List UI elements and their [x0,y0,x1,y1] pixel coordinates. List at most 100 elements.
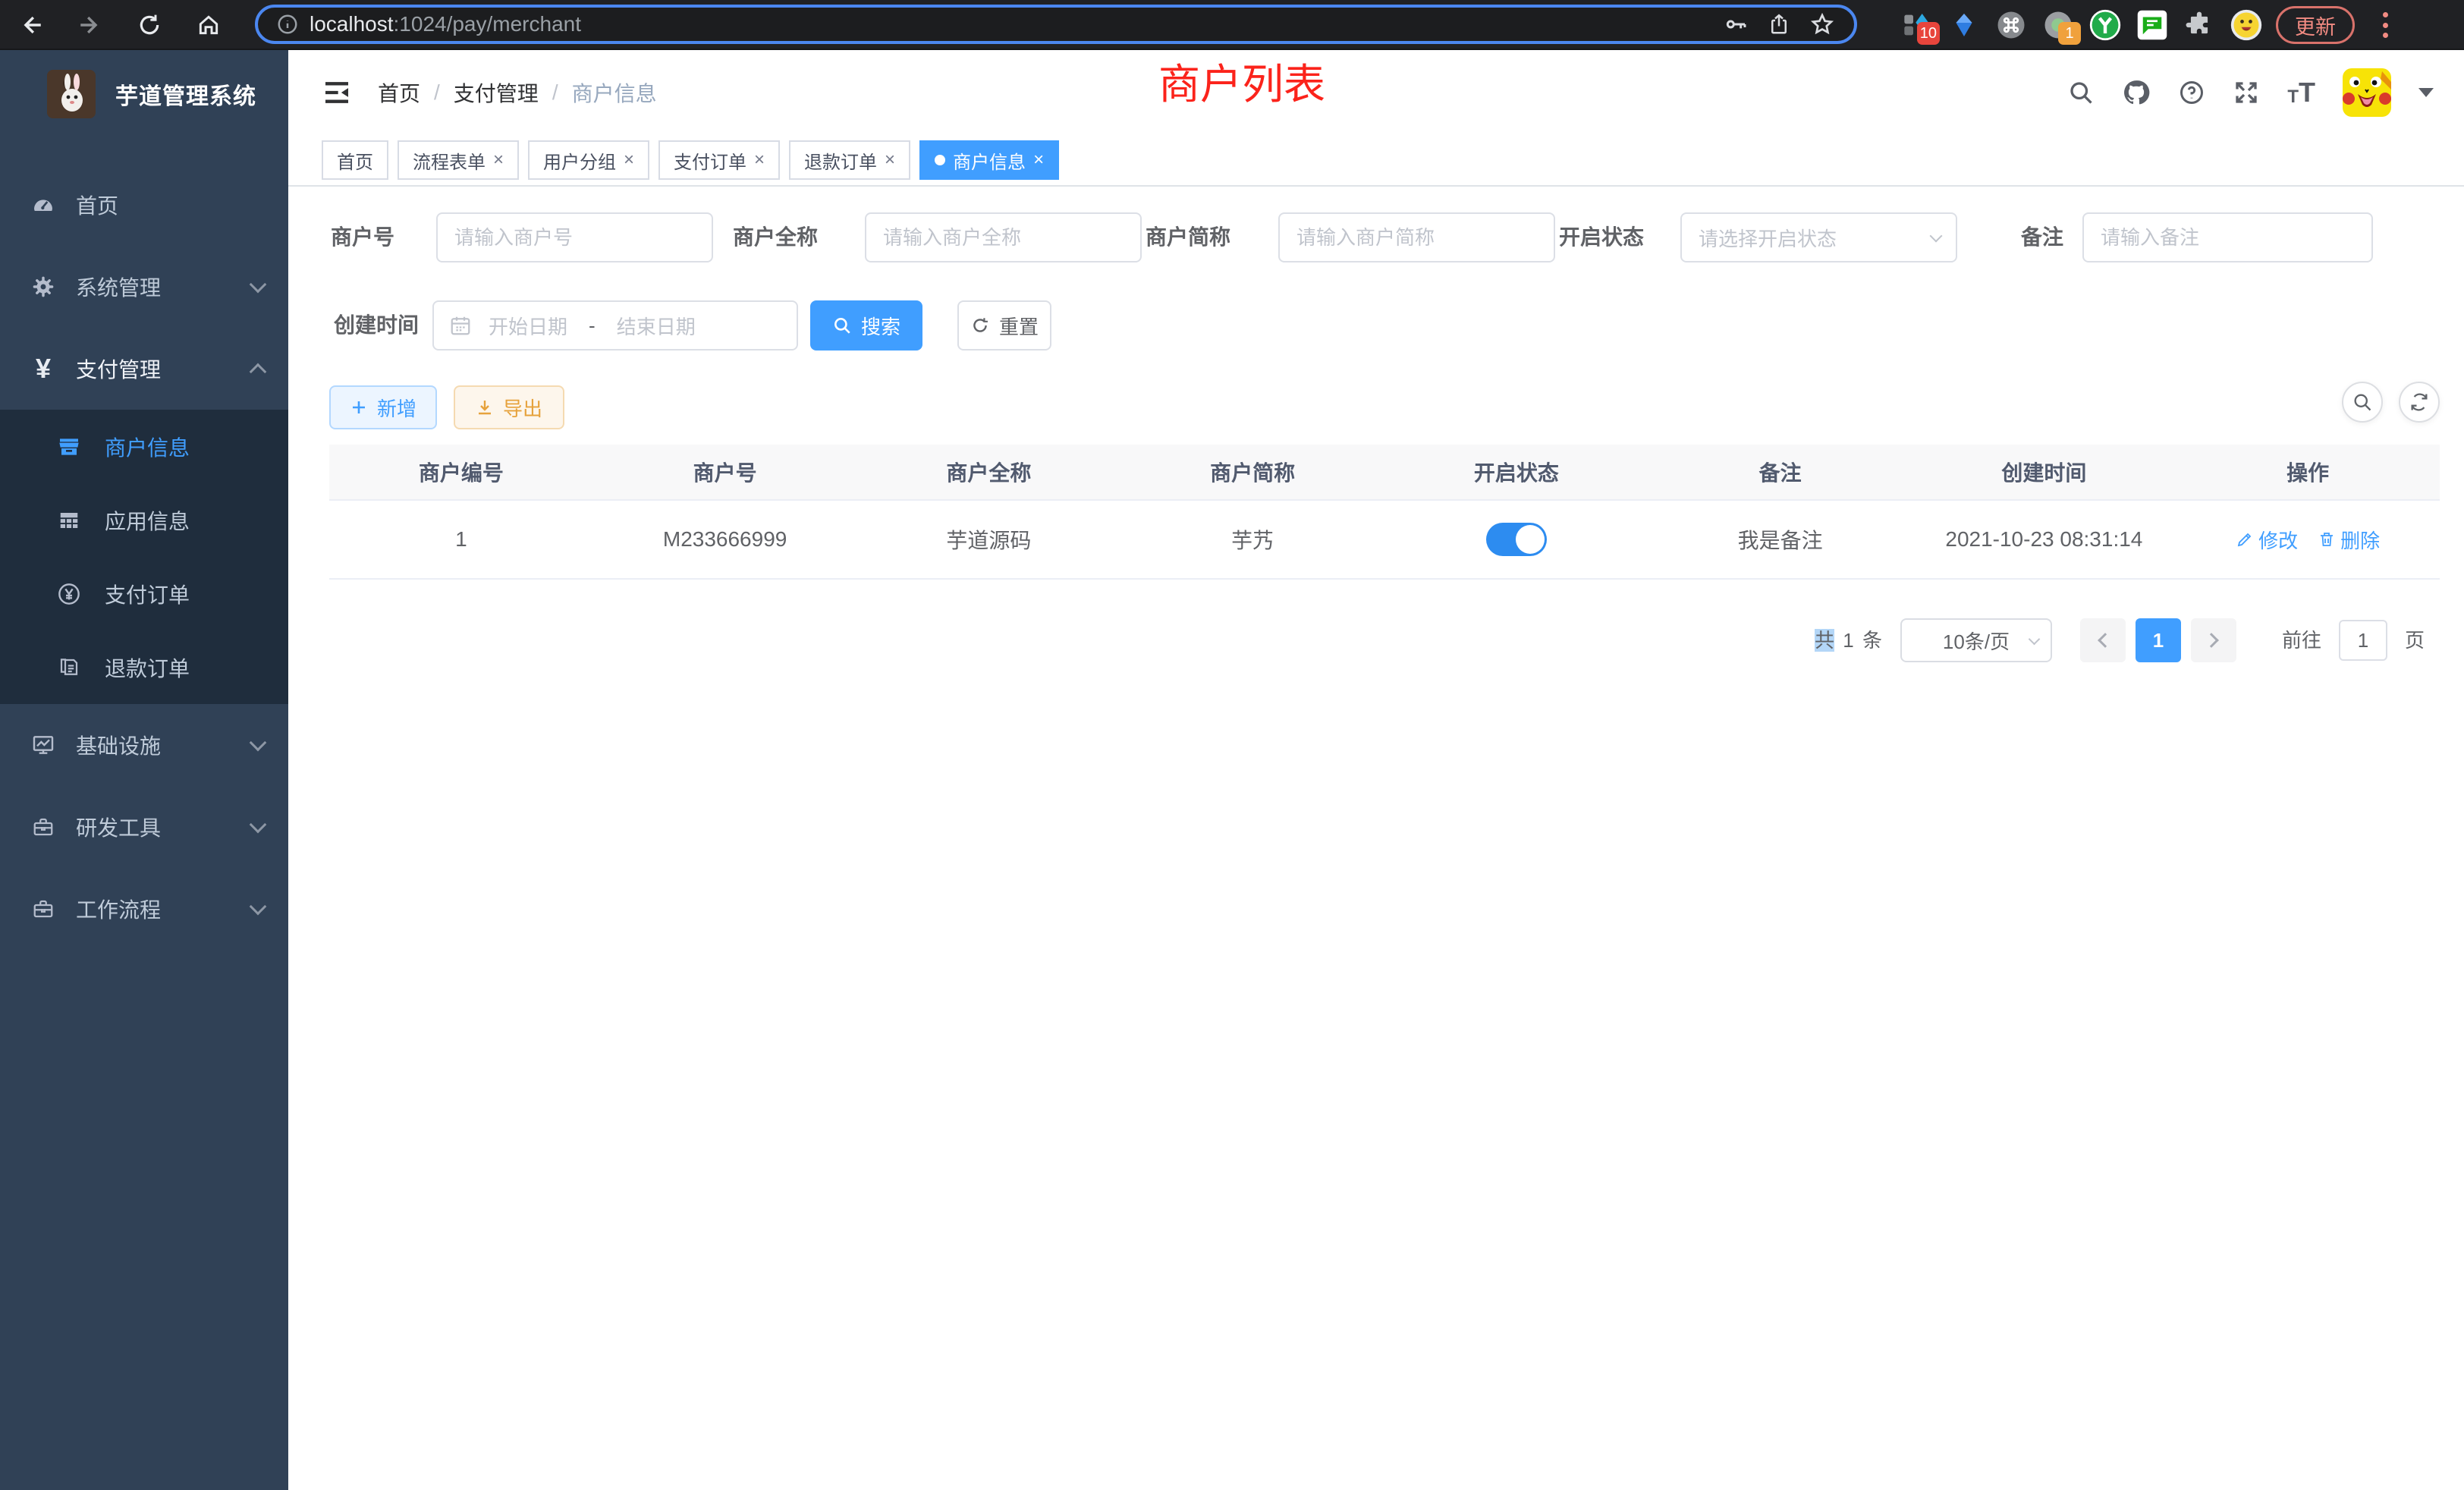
status-select[interactable]: 请选择开启状态 [1680,212,1957,262]
tab-pay-order[interactable]: 支付订单× [658,140,780,180]
page-size-select[interactable]: 10条/页 [1900,618,2052,662]
edit-link[interactable]: 修改 [2236,526,2298,554]
date-range-picker[interactable]: 开始日期 - 结束日期 [432,300,798,350]
close-icon[interactable]: × [624,149,634,171]
breadcrumb-payment[interactable]: 支付管理 [454,77,539,108]
app-logo[interactable]: 芋道管理系统 [0,50,288,138]
github-icon[interactable] [2122,78,2151,107]
tab-home[interactable]: 首页 [322,140,388,180]
short-name-input[interactable] [1278,212,1555,262]
sidebar-item-system[interactable]: 系统管理 [0,246,288,328]
sidebar-item-label: 退款订单 [105,652,190,683]
search-button[interactable]: 搜索 [810,300,922,350]
chrome-update-button[interactable]: 更新 [2276,6,2355,44]
breadcrumb-current: 商户信息 [572,77,657,108]
toolbox-icon [30,814,56,840]
extension-command-icon[interactable] [1994,8,2028,42]
sidebar: 芋道管理系统 首页 系统管理 ¥ 支付管理 [0,50,288,1490]
chevron-down-icon [250,276,267,294]
user-avatar[interactable] [2343,68,2391,117]
shop-icon [56,434,82,460]
chrome-menu-icon[interactable] [2378,9,2393,41]
sidebar-item-workflow[interactable]: 工作流程 [0,868,288,950]
close-icon[interactable]: × [493,149,504,171]
sidebar-item-app-info[interactable]: 应用信息 [0,483,288,557]
sidebar-item-payment[interactable]: ¥ 支付管理 [0,328,288,410]
tags-view: 首页 流程表单× 用户分组× 支付订单× 退款订单× 商户信息× [288,135,2464,187]
chevron-down-icon [250,816,267,834]
table-row: 1 M233666999 芋道源码 芋艿 我是备注 2021-10-23 08:… [329,501,2440,580]
browser-forward-icon[interactable] [73,8,108,42]
close-icon[interactable]: × [885,149,895,171]
col-header-id: 商户编号 [329,445,593,499]
goto-page-input[interactable] [2339,620,2387,661]
fullscreen-icon[interactable] [2233,79,2260,106]
merchant-no-input[interactable] [436,212,713,262]
tab-process-form[interactable]: 流程表单× [398,140,519,180]
delete-link[interactable]: 删除 [2318,526,2380,554]
extensions-row: 10 1 [1900,0,2263,50]
cell-remark: 我是备注 [1648,501,1912,578]
site-info-icon[interactable] [276,13,299,36]
browser-back-icon[interactable] [14,8,49,42]
page-number-1[interactable]: 1 [2136,618,2181,662]
next-page-button[interactable] [2191,618,2236,662]
password-key-icon[interactable] [1724,12,1748,36]
sidebar-item-infrastructure[interactable]: 基础设施 [0,704,288,786]
sidebar-item-merchant-info[interactable]: 商户信息 [0,410,288,483]
avatar-caret-icon[interactable] [2418,88,2434,97]
page-annotation: 商户列表 [1158,50,1325,111]
app-title: 芋道管理系统 [115,77,256,111]
sidebar-collapse-icon[interactable] [322,77,352,108]
cell-full-name: 芋道源码 [857,501,1121,578]
extensions-puzzle-icon[interactable] [2183,8,2216,42]
documents-icon [56,655,82,681]
extension-wallet-icon[interactable]: 10 [1900,8,1934,42]
full-name-input[interactable] [865,212,1142,262]
calendar-icon [449,314,472,337]
page-unit-label: 页 [2405,618,2425,663]
tab-refund-order[interactable]: 退款订单× [789,140,910,180]
font-size-icon[interactable]: TT [2287,79,2315,106]
url-bar[interactable]: localhost:1024/pay/merchant [255,5,1857,44]
browser-toolbar: localhost:1024/pay/merchant 10 [0,0,2464,50]
sidebar-item-home[interactable]: 首页 [0,164,288,246]
reset-button[interactable]: 重置 [957,300,1051,350]
tab-merchant-info[interactable]: 商户信息× [919,140,1059,180]
prev-page-button[interactable] [2080,618,2126,662]
breadcrumb-home[interactable]: 首页 [378,77,420,108]
browser-reload-icon[interactable] [132,8,167,42]
share-icon[interactable] [1768,13,1790,36]
sidebar-item-dev-tools[interactable]: 研发工具 [0,786,288,868]
extension-y-icon[interactable] [2088,8,2122,42]
refresh-button[interactable] [2399,382,2440,423]
chevron-down-icon [1930,230,1943,243]
gear-icon [30,274,56,300]
chevron-down-icon [250,734,267,752]
sidebar-item-label: 系统管理 [76,272,161,302]
close-icon[interactable]: × [754,149,765,171]
bookmark-star-icon[interactable] [1810,12,1834,36]
col-header-status: 开启状态 [1384,445,1648,499]
status-toggle[interactable] [1486,523,1547,556]
browser-home-icon[interactable] [191,8,226,42]
sidebar-item-pay-order[interactable]: 支付订单 [0,557,288,630]
extension-chat-icon[interactable] [2136,8,2169,42]
tab-user-group[interactable]: 用户分组× [528,140,649,180]
export-button[interactable]: 导出 [454,385,564,429]
toggle-search-button[interactable] [2342,382,2383,423]
profile-avatar-icon[interactable] [2230,8,2263,42]
logo-image [47,70,96,118]
add-button[interactable]: 新增 [329,385,437,429]
help-icon[interactable] [2178,79,2205,106]
remark-input[interactable] [2082,212,2373,262]
extension-recorder-icon[interactable]: 1 [2041,8,2075,42]
extension-gem-icon[interactable] [1947,8,1981,42]
sidebar-item-refund-order[interactable]: 退款订单 [0,630,288,704]
main-content: 商户号 商户全称 商户简称 开启状态 请选择开启状态 备注 创建时间 开始日期 [288,187,2464,1490]
sidebar-item-label: 商户信息 [105,432,190,462]
url-text: localhost:1024/pay/merchant [310,12,581,36]
close-icon[interactable]: × [1033,149,1044,171]
search-icon[interactable] [2067,79,2095,106]
navbar-actions: TT [2067,50,2434,135]
